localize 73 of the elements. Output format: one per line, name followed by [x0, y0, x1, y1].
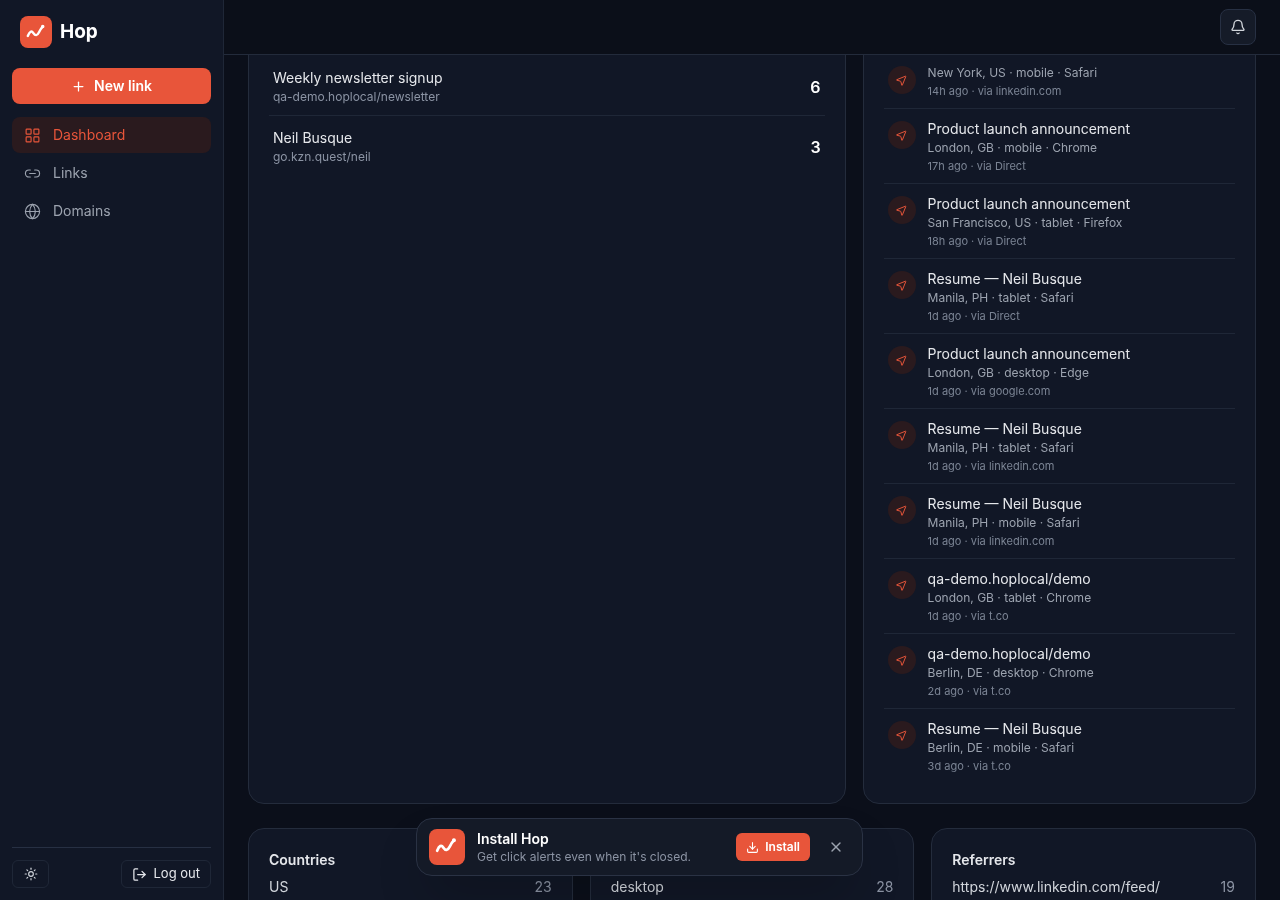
- click-time: 1d ago · via Direct: [927, 308, 1021, 325]
- click-title: Product launch announcement: [927, 344, 1131, 364]
- plus-icon: [71, 78, 87, 94]
- nav-item[interactable]: Domains: [12, 193, 211, 229]
- link-title: Weekly newsletter signup: [273, 68, 443, 88]
- click-title: qa-demo.hoplocal/demo: [927, 569, 1092, 589]
- theme-toggle-button[interactable]: [12, 860, 49, 888]
- breakdown-count: 23: [534, 877, 552, 897]
- click-title: qa-demo.hoplocal/demo: [927, 644, 1092, 664]
- cursor-icon: [887, 496, 916, 524]
- click-time: 1d ago · via google.com: [927, 383, 1052, 400]
- click-time: 2d ago · via t.co: [927, 683, 1012, 700]
- click-details: Berlin, DE · mobile · Safari: [927, 739, 1076, 757]
- cursor-icon: [887, 121, 916, 149]
- click-details: Manila, PH · mobile · Safari: [927, 514, 1081, 532]
- new-link-button[interactable]: New link: [12, 68, 211, 104]
- click-details: Manila, PH · tablet · Safari: [927, 439, 1075, 457]
- bell-icon: [1230, 19, 1246, 35]
- cursor-icon: [887, 721, 916, 749]
- click-time: 18h ago · via Direct: [927, 233, 1028, 250]
- link-title: Neil Busque: [273, 128, 354, 148]
- click-time: 17h ago · via Direct: [927, 158, 1027, 175]
- cursor-icon: [887, 421, 916, 449]
- domains-icon: [24, 202, 41, 220]
- click-title: Resume — Neil Busque: [927, 494, 1082, 514]
- cursor-icon: [887, 196, 916, 224]
- click-title: Product launch announcement: [927, 194, 1131, 214]
- breakdown-label: US: [269, 877, 289, 897]
- dashboard-icon: [24, 126, 41, 144]
- nav-item[interactable]: Dashboard: [12, 117, 211, 153]
- click-title: Product launch announcement: [927, 119, 1131, 139]
- click-time: 1d ago · via linkedin.com: [927, 533, 1056, 550]
- download-icon: [746, 840, 760, 854]
- toast-message: Get click alerts even when it's closed.: [477, 849, 692, 865]
- notifications-button[interactable]: [1220, 9, 1256, 45]
- click-time: 1d ago · via linkedin.com: [927, 458, 1056, 475]
- card-title: Countries: [269, 850, 336, 870]
- cursor-icon: [887, 646, 916, 674]
- click-details: Berlin, DE · desktop · Chrome: [927, 664, 1094, 682]
- click-details: San Francisco, US · tablet · Firefox: [927, 214, 1124, 232]
- click-title: Resume — Neil Busque: [927, 419, 1082, 439]
- link-url: go.kzn.quest/neil: [273, 148, 371, 166]
- logo-icon: [20, 16, 52, 48]
- breakdown-count: 28: [876, 877, 894, 897]
- click-count: 6: [810, 76, 821, 99]
- click-title: Resume — Neil Busque: [927, 269, 1082, 289]
- cursor-icon: [887, 66, 916, 94]
- cursor-icon: [887, 346, 916, 374]
- card-title: Referrers: [952, 850, 1016, 870]
- toast-title: Install Hop: [477, 829, 550, 849]
- logo-icon: [429, 829, 465, 865]
- click-details: Manila, PH · tablet · Safari: [927, 289, 1075, 307]
- click-time: 1d ago · via t.co: [927, 608, 1010, 625]
- click-details: London, GB · mobile · Chrome: [927, 139, 1099, 157]
- logout-button[interactable]: Log out: [121, 860, 211, 888]
- install-button[interactable]: Install: [736, 833, 810, 861]
- click-time: 14h ago · via linkedin.com: [927, 83, 1063, 100]
- brand-name: Hop: [60, 18, 98, 45]
- breakdown-label: desktop: [610, 877, 664, 897]
- link-url: qa-demo.hoplocal/newsletter: [273, 88, 441, 106]
- click-count: 3: [810, 136, 821, 159]
- nav-item[interactable]: Links: [12, 155, 211, 191]
- click-details: London, GB · tablet · Chrome: [927, 589, 1092, 607]
- cursor-icon: [887, 571, 916, 599]
- click-details: New York, US · mobile · Safari: [927, 64, 1098, 82]
- breakdown-label: https://www.linkedin.com/feed/: [952, 877, 1161, 897]
- breakdown-count: 19: [1220, 877, 1235, 897]
- logout-icon: [132, 866, 148, 882]
- click-title: Resume — Neil Busque: [927, 719, 1082, 739]
- click-time: 3d ago · via t.co: [927, 758, 1012, 775]
- click-details: London, GB · desktop · Edge: [927, 364, 1090, 382]
- sun-icon: [23, 867, 38, 881]
- cursor-icon: [887, 271, 916, 299]
